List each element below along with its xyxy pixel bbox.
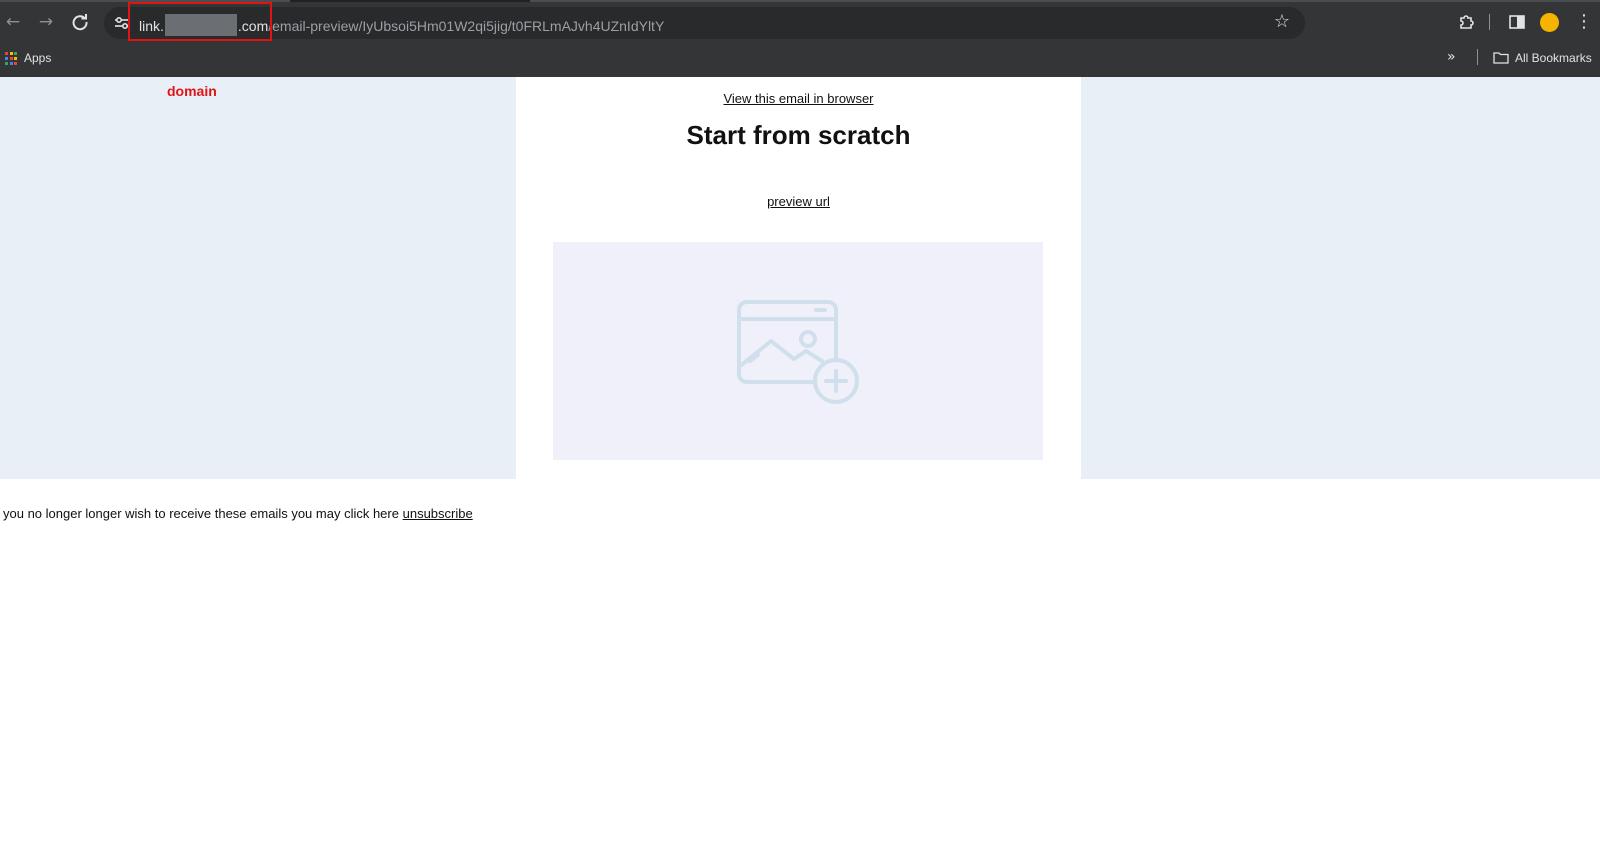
apps-bookmark[interactable]: Apps (24, 50, 51, 66)
tab-strip-hint (530, 0, 1600, 2)
bookmarks-bar (0, 44, 1600, 77)
kebab-menu-icon[interactable]: ⋮ (1575, 10, 1593, 34)
star-icon[interactable]: ☆ (1270, 10, 1294, 34)
email-preview-page: domain View this email in browser Start … (0, 77, 1600, 851)
bookmarks-overflow-icon[interactable]: » (1447, 48, 1456, 66)
forward-arrow-icon[interactable]: → (34, 10, 58, 34)
apps-grid-icon[interactable] (5, 52, 19, 66)
reload-icon[interactable] (68, 10, 92, 34)
avatar[interactable] (1540, 13, 1559, 32)
url-path: /email-preview/IyUbsoi5Hm01W2qi5jig/t0FR… (268, 18, 665, 34)
all-bookmarks-button[interactable]: All Bookmarks (1515, 50, 1592, 66)
domain-annotation-label: domain (167, 83, 217, 99)
email-headline: Start from scratch (686, 120, 911, 150)
preview-url-link[interactable]: preview url (516, 194, 1081, 210)
browser-toolbar: ← → link. .com/email-preview/IyUbsoi5Hm01… (0, 0, 1600, 44)
toolbar-divider (1489, 14, 1490, 30)
side-panel-icon[interactable] (1507, 12, 1527, 32)
folder-icon (1493, 51, 1509, 64)
unsubscribe-notice: you no longer longer wish to receive the… (3, 506, 473, 522)
domain-highlight-box (128, 2, 272, 41)
puzzle-icon[interactable] (1455, 10, 1479, 34)
bookmarks-divider (1477, 49, 1478, 65)
image-add-icon (737, 300, 859, 404)
back-arrow-icon[interactable]: ← (1, 10, 25, 34)
image-placeholder (553, 242, 1043, 460)
unsubscribe-link[interactable]: unsubscribe (403, 506, 473, 521)
unsubscribe-text: you no longer longer wish to receive the… (3, 506, 399, 521)
view-in-browser-link[interactable]: View this email in browser (516, 91, 1081, 107)
